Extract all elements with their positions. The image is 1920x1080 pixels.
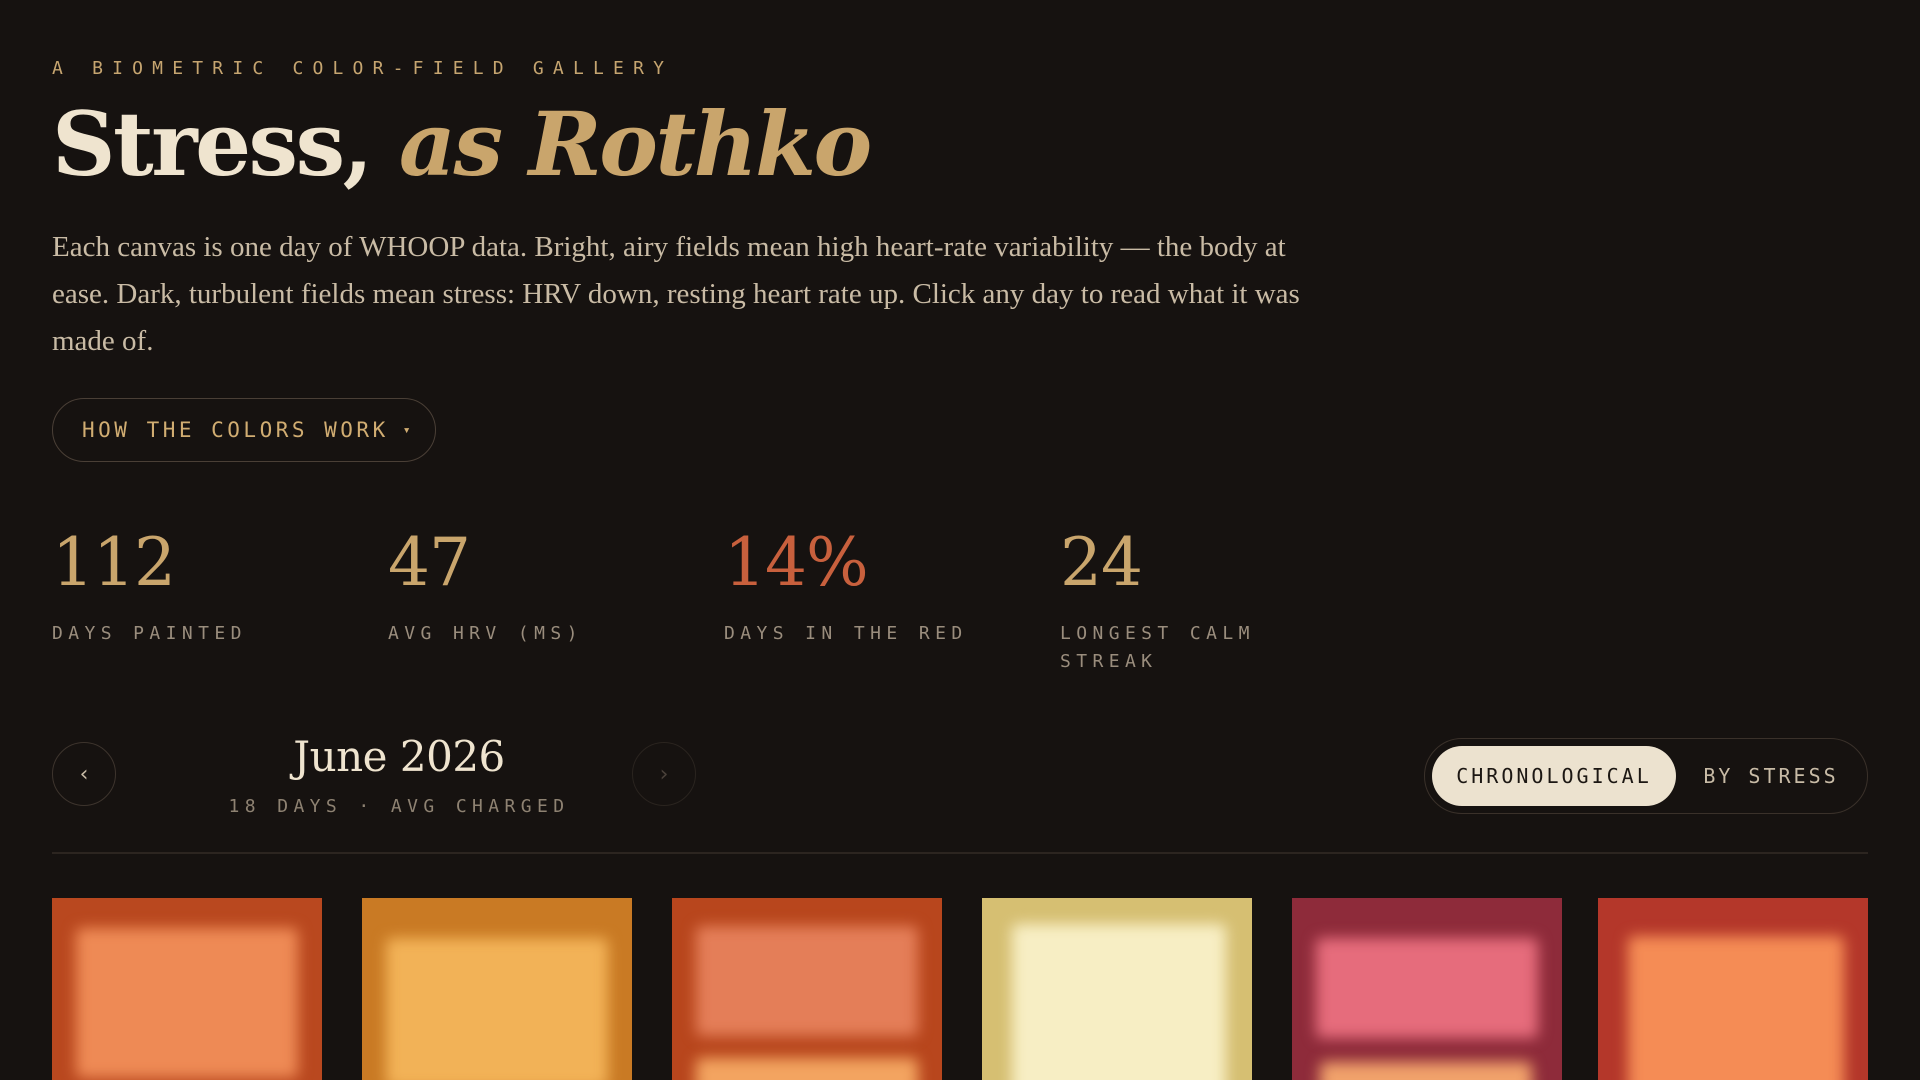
stat-value: 14% [724, 524, 869, 601]
chevron-left-icon: ‹ [79, 761, 89, 787]
caret-down-icon: ▾ [402, 422, 411, 438]
canvas-bottom-field [696, 1058, 918, 1080]
eyebrow: A BIOMETRIC COLOR-FIELD GALLERY [52, 58, 674, 79]
canvas-bottom-field [1320, 1062, 1532, 1080]
sort-by-stress[interactable]: BY STRESS [1683, 746, 1859, 806]
stat-value: 24 [1060, 524, 1143, 601]
day-canvas[interactable] [1292, 898, 1562, 1080]
stats-row: 112 DAYS PAINTED 47 AVG HRV (MS) 14% DAY… [52, 516, 1352, 673]
canvas-top-field [1012, 924, 1226, 1080]
canvas-top-field [1316, 938, 1538, 1038]
how-colors-work-label: HOW THE COLORS WORK [82, 418, 389, 442]
title-accent: as Rothko [398, 92, 872, 196]
stat-avg-hrv: 47 AVG HRV (MS) [388, 516, 648, 648]
how-colors-work-button[interactable]: HOW THE COLORS WORK ▾ [52, 398, 436, 462]
canvas-top-field [386, 938, 608, 1080]
sort-toggle: CHRONOLOGICAL BY STRESS [1424, 738, 1868, 814]
stat-days-in-red: 14% DAYS IN THE RED [724, 516, 984, 648]
stat-label: DAYS PAINTED [52, 623, 247, 644]
month-summary: 18 DAYS · AVG CHARGED [228, 796, 570, 817]
page-title: Stress, as Rothko [52, 98, 872, 190]
stat-label: DAYS IN THE RED [724, 623, 968, 644]
day-canvas[interactable] [982, 898, 1252, 1080]
stat-label: AVG HRV (MS) [388, 623, 583, 644]
next-month-button[interactable]: › [632, 742, 696, 806]
canvas-gallery [52, 898, 1868, 1080]
stat-calm-streak: 24 LONGEST CALM STREAK [1060, 516, 1260, 676]
day-canvas[interactable] [672, 898, 942, 1080]
day-canvas[interactable] [1598, 898, 1868, 1080]
month-title: June 2026 [293, 732, 505, 781]
canvas-top-field [696, 926, 918, 1036]
divider [52, 852, 1868, 854]
sort-chronological[interactable]: CHRONOLOGICAL [1432, 746, 1676, 806]
stat-days-painted: 112 DAYS PAINTED [52, 516, 312, 648]
canvas-top-field [1628, 936, 1844, 1080]
day-canvas[interactable] [362, 898, 632, 1080]
chevron-right-icon: › [659, 761, 669, 787]
stat-label: LONGEST CALM STREAK [1060, 623, 1255, 672]
prev-month-button[interactable]: ‹ [52, 742, 116, 806]
day-canvas[interactable] [52, 898, 322, 1080]
intro-text: Each canvas is one day of WHOOP data. Br… [52, 231, 1300, 357]
canvas-top-field [76, 928, 298, 1078]
stat-value: 112 [52, 524, 176, 601]
stat-value: 47 [388, 524, 471, 601]
title-main: Stress, [52, 92, 399, 196]
page: A BIOMETRIC COLOR-FIELD GALLERY Stress, … [52, 0, 1868, 1080]
